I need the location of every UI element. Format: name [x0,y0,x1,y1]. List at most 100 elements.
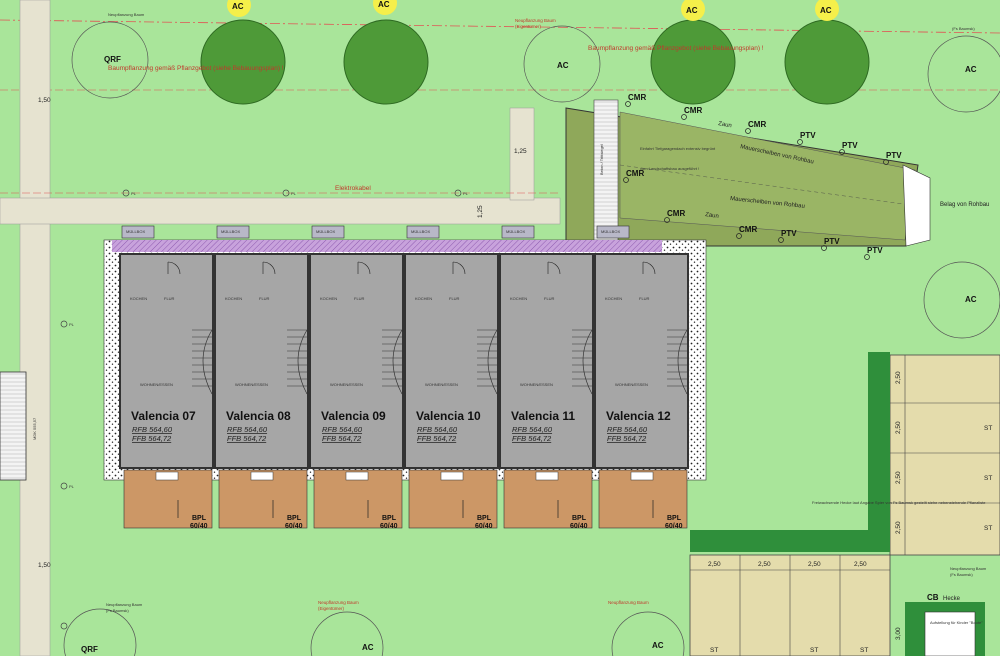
room-flur: FLUR [164,296,175,301]
top-ac-1: AC [232,2,244,11]
top-ac-3: AC [686,6,698,15]
mdk-label: MDK 555,57 [32,417,37,440]
bpl-size: 60/40 [285,523,303,530]
steps [593,99,619,247]
room-flur: FLUR [449,296,460,301]
beton-note: Beton / Trittsiegel [599,144,604,175]
fs-baumsk-top: (Fs Baumsk) [952,26,975,31]
unit-rfb: RFB 564,60 [322,425,363,434]
room-kochen: KOCHEN [320,296,337,301]
st-r3: ST [984,525,992,532]
dim-250-b1: 2,50 [708,561,721,568]
qrf-bottom: QRF [81,645,98,654]
belag-note: Belag von Rohbau [940,202,989,208]
st-b3: ST [860,647,868,654]
pl-label-5: PL [69,484,75,489]
dim-250-b3: 2,50 [808,561,821,568]
room-wohnen: WOHNEN/ESSEN [520,382,553,387]
plant-code-ptv: PTV [867,246,883,255]
bpl-label: BPL [667,515,682,522]
muellbox-label: MÜLLBOX [221,229,240,234]
muellbox-label: MÜLLBOX [126,229,145,234]
unit-6: MÜLLBOX KOCHEN FLUR WOHNEN/ESSEN Valencia 12… [594,225,689,530]
unit-rfb: RFB 564,60 [512,425,553,434]
bpl-size: 60/40 [570,523,588,530]
st-b1: ST [710,647,718,654]
dim-250-r2: 2,50 [895,421,902,434]
ac-mid-top: AC [557,61,569,70]
bpl-size: 60/40 [665,523,683,530]
unit-name: Valencia 12 [606,409,671,423]
ac-bottom-1: AC [362,643,374,652]
room-flur: FLUR [354,296,365,301]
plant-code-ptv: PTV [824,237,840,246]
room-flur: FLUR [259,296,270,301]
muellbox-label: MÜLLBOX [601,229,620,234]
dim-125-b: 1,25 [477,205,484,218]
unit-3: MÜLLBOX KOCHEN FLUR WOHNEN/ESSEN Valencia 09… [309,225,404,530]
room-wohnen: WOHNEN/ESSEN [425,382,458,387]
neupflanzung-bottom-left: Neupflanzung Baum [106,602,143,607]
neupflanzung-red: Neupflanzung Baum [515,18,556,23]
room-kochen: KOCHEN [130,296,147,301]
room-wohnen: WOHNEN/ESSEN [330,382,363,387]
dim-250-r1: 2,50 [895,371,902,384]
plant-code-cmr: CMR [739,225,757,234]
pl-label-3: PL [463,191,469,196]
plant-code-ptv: PTV [886,151,902,160]
einfahrt-note: Einfahrt Tiefgaragendach extensiv begrün… [640,146,716,151]
baumpflanzung-note-2: Baumpflanzung gemäß Pflanzgebot (siehe B… [588,45,764,52]
tree-ac-4 [784,19,870,105]
unit-ffb: FFB 564,72 [607,434,647,443]
plant-code-ptv: PTV [842,141,858,150]
dim-125-a: 1,25 [514,148,527,155]
plant-code-cmr: CMR [748,120,766,129]
room-wohnen: WOHNEN/ESSEN [615,382,648,387]
st-r2: ST [984,475,992,482]
unit-ffb: FFB 564,72 [417,434,457,443]
bpl-size: 60/40 [190,523,208,530]
unit-name: Valencia 09 [321,409,386,423]
room-flur: FLUR [639,296,650,301]
unit-ffb: FFB 564,72 [227,434,267,443]
hecke-label: Hecke [943,596,961,602]
qrf-top: QRF [104,55,121,64]
dim-150-bottom: 1,50 [38,562,51,569]
plant-code-ptv: PTV [800,131,816,140]
baumpflanzung-note-1: Baumpflanzung gemäß Pflanzgebot (siehe B… [108,65,284,72]
tree-ac-1 [200,19,286,105]
tree-ac-3 [650,19,736,105]
room-wohnen: WOHNEN/ESSEN [235,382,268,387]
bpl-label: BPL [192,515,207,522]
room-flur: FLUR [544,296,555,301]
unit-rfb: RFB 564,60 [227,425,268,434]
elektrokabel-label: Elektrokabel [335,185,371,192]
stair-left [0,371,27,481]
unit-1: MÜLLBOX KOCHEN FLUR WOHNEN/ESSEN Valencia 07… [119,225,214,530]
st-r1: ST [984,425,992,432]
tree-ac-2 [343,19,429,105]
dim-250-r3: 2,50 [895,471,902,484]
dim-250-r4: 2,50 [895,521,902,534]
unit-name: Valencia 10 [416,409,481,423]
cb-label: CB [927,593,939,602]
pl-label-2: PL [291,191,297,196]
pl-label-4: PL [69,322,75,327]
room-kochen: KOCHEN [415,296,432,301]
top-ac-2: AC [378,0,390,9]
neupflanzung-top: Neupflanzung Baum [108,12,145,17]
dim-300: 3,00 [895,627,902,640]
neupflanzung-bottom-2: Neupflanzung Baum [608,600,649,605]
plant-code-ptv: PTV [781,229,797,238]
horizontal-path [0,197,561,225]
eigentuemer-bottom: (Eigentümer) [318,606,345,611]
muellbox-label: MÜLLBOX [506,229,525,234]
room-kochen: KOCHEN [510,296,527,301]
bpl-size: 60/40 [380,523,398,530]
site-plan: MÜLLBOX KOCHEN FLUR WOHNEN/ESSEN Valencia 07… [0,0,1000,656]
room-kochen: KOCHEN [225,296,242,301]
unit-ffb: FFB 564,72 [322,434,362,443]
play-area [924,611,976,656]
unit-ffb: FFB 564,72 [132,434,172,443]
hecke-note: Freiwachsende Hecke laut Angabe Spier vo… [812,500,986,505]
